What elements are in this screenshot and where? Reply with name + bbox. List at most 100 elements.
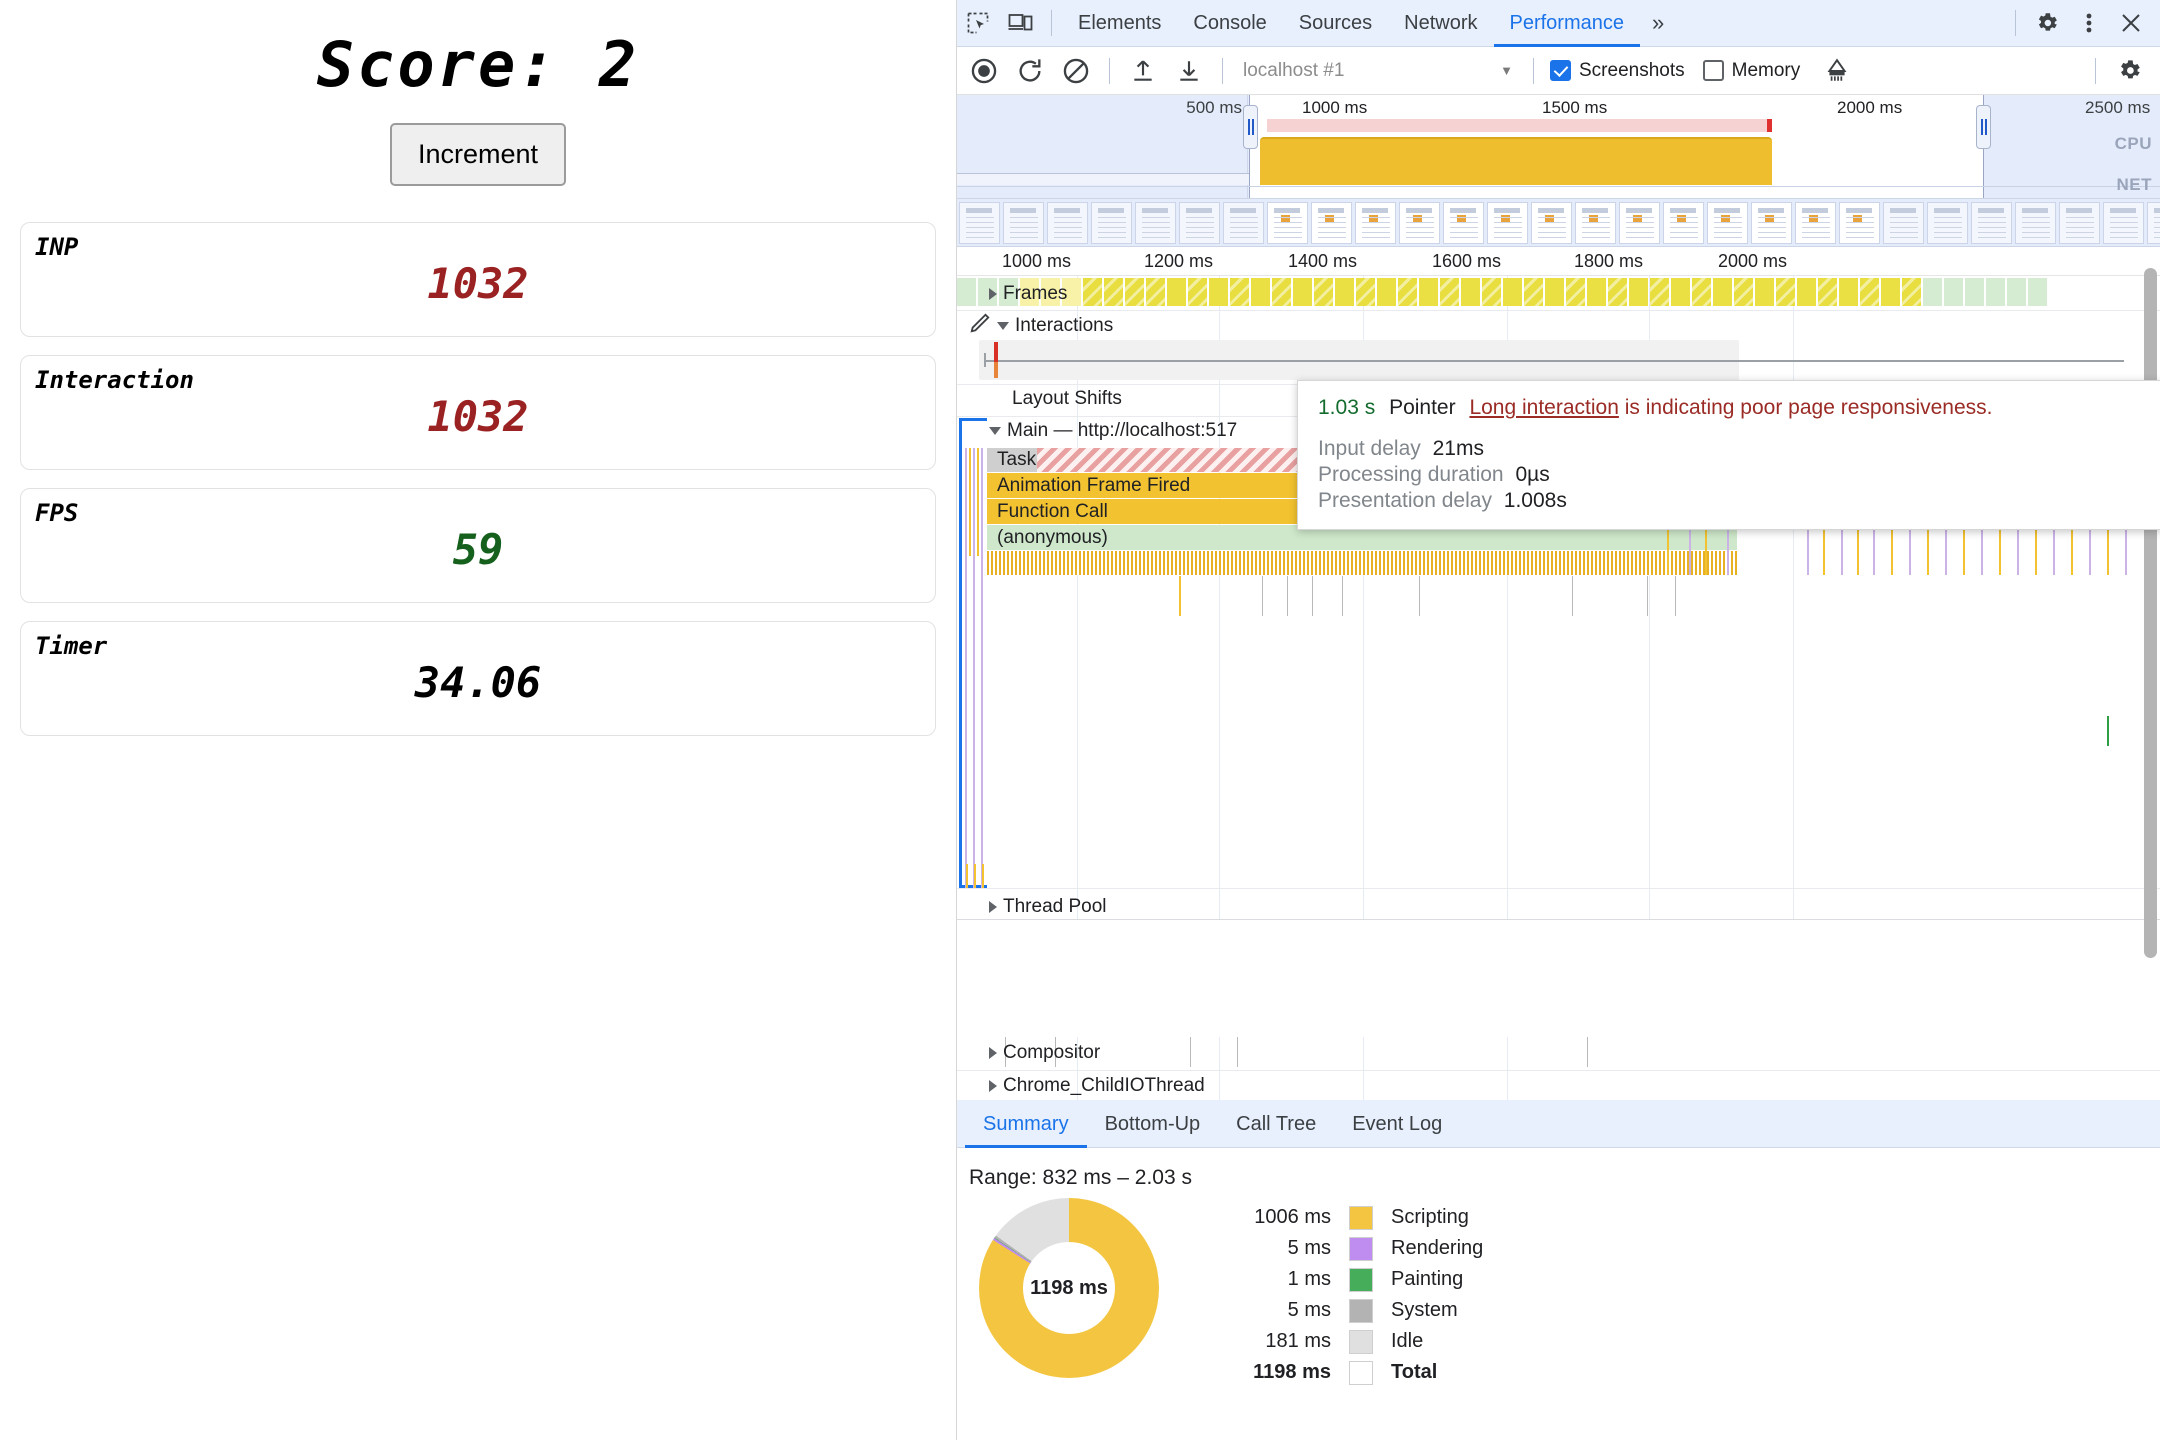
- legend-row-system[interactable]: 5 ms System: [1221, 1295, 1483, 1326]
- reload-and-record-icon[interactable]: [1007, 51, 1053, 91]
- track-header-main[interactable]: Main — http://localhost:517: [989, 420, 1237, 442]
- track-header-frames[interactable]: Frames: [989, 283, 1067, 305]
- metric-value: 1032: [427, 259, 529, 308]
- legend-row-painting[interactable]: 1 ms Painting: [1221, 1264, 1483, 1295]
- tooltip-key: Input delay: [1318, 437, 1421, 460]
- load-profile-icon[interactable]: [1120, 51, 1166, 91]
- metric-label: FPS: [35, 499, 79, 527]
- tab-bottom-up[interactable]: Bottom-Up: [1087, 1100, 1219, 1148]
- capture-settings-gear-icon[interactable]: [2106, 51, 2152, 91]
- inspect-element-icon[interactable]: [957, 4, 999, 42]
- legend-row-total: 1198 ms Total: [1221, 1357, 1483, 1388]
- tab-summary[interactable]: Summary: [965, 1100, 1087, 1148]
- chevron-down-icon: ▼: [1500, 63, 1513, 78]
- tab-sources[interactable]: Sources: [1283, 0, 1388, 47]
- overview-left-handle[interactable]: [1243, 105, 1258, 149]
- metric-card-inp: INP 1032: [20, 222, 936, 337]
- device-toolbar-icon[interactable]: [999, 4, 1041, 42]
- more-options-icon[interactable]: [2068, 4, 2110, 42]
- toolbar-divider: [2015, 10, 2016, 36]
- ruler-tick: 1600 ms: [1431, 251, 1501, 271]
- gear-icon[interactable]: [2026, 4, 2068, 42]
- save-profile-icon[interactable]: [1166, 51, 1212, 91]
- controls-divider: [1533, 57, 1534, 84]
- controls-divider: [1222, 57, 1223, 84]
- legend-label: Total: [1391, 1361, 1438, 1383]
- more-tabs-icon[interactable]: »: [1640, 10, 1676, 36]
- interaction-overview-bar: [1267, 119, 1772, 132]
- page-under-test: Score: 2 Increment INP 1032 Interaction …: [0, 0, 957, 1440]
- tooltip-row-input-delay: Input delay 21ms: [1318, 438, 2141, 459]
- track-label: Main — http://localhost:517: [1007, 420, 1238, 441]
- collect-garbage-icon[interactable]: [1814, 51, 1860, 91]
- record-icon[interactable]: [961, 51, 1007, 91]
- overview-tick: 2500 ms: [2085, 98, 2151, 117]
- profile-selector-value: localhost #1: [1243, 59, 1345, 81]
- track-label: Chrome_ChildIOThread: [1003, 1075, 1205, 1096]
- lower-tracks[interactable]: Compositor Chrome_ChildIOThread: [957, 1037, 2160, 1100]
- tooltip-row-processing-duration: Processing duration 0µs: [1318, 464, 2141, 485]
- cpu-idle-area: [957, 173, 1249, 185]
- legend-label: Scripting: [1391, 1206, 1469, 1228]
- devtools-panel: Elements Console Sources Network Perform…: [957, 0, 2160, 1440]
- interaction-duration-line: [984, 360, 2124, 362]
- track-header-thread-pool[interactable]: Thread Pool: [989, 896, 1107, 918]
- legend-row-scripting[interactable]: 1006 ms Scripting: [1221, 1202, 1483, 1233]
- overview-tick: 1500 ms: [1542, 98, 1608, 117]
- collapse-triangle-icon: [989, 427, 1001, 435]
- tab-console[interactable]: Console: [1177, 0, 1282, 47]
- legend-value: 1006 ms: [1254, 1206, 1331, 1228]
- screenshot-filmstrip[interactable]: [957, 199, 2160, 247]
- expand-triangle-icon: [989, 1080, 997, 1092]
- tooltip-time: 1.03 s: [1318, 396, 1376, 419]
- devtools-tabbar: Elements Console Sources Network Perform…: [957, 0, 2160, 47]
- frames-track-band[interactable]: [957, 278, 2137, 306]
- metric-value: 59: [452, 525, 504, 574]
- controls-right: [2085, 51, 2160, 91]
- overview-right-handle[interactable]: [1976, 105, 1991, 149]
- performance-controls: localhost #1 ▼ Screenshots Memory: [957, 47, 2160, 95]
- metric-label: Timer: [35, 632, 108, 660]
- close-icon[interactable]: [2110, 4, 2152, 42]
- profile-selector[interactable]: localhost #1 ▼: [1233, 60, 1523, 82]
- interaction-marker-orange: [994, 362, 998, 378]
- tooltip-value: 1.008s: [1503, 489, 1567, 512]
- long-interaction-link[interactable]: Long interaction: [1469, 396, 1618, 419]
- flame-bar-label: Task: [997, 449, 1037, 470]
- legend-value: 5 ms: [1287, 1299, 1331, 1321]
- screenshots-checkbox[interactable]: Screenshots: [1550, 60, 1685, 82]
- legend-swatch: [1349, 1205, 1373, 1230]
- flame-bar-task-label[interactable]: Task: [987, 448, 1037, 472]
- legend-row-idle[interactable]: 181 ms Idle: [1221, 1326, 1483, 1357]
- legend-row-rendering[interactable]: 5 ms Rendering: [1221, 1233, 1483, 1264]
- legend-swatch: [1349, 1298, 1373, 1323]
- track-header-layout-shifts[interactable]: Layout Shifts: [1012, 388, 1122, 410]
- metric-cards: INP 1032 Interaction 1032 FPS 59 Timer 3…: [0, 222, 956, 736]
- overview-tick: 2000 ms: [1837, 98, 1903, 117]
- controls-divider: [1109, 57, 1110, 84]
- ruler-tick: 2000 ms: [1717, 251, 1787, 271]
- track-header-interactions[interactable]: Interactions: [969, 312, 1113, 340]
- tab-event-log[interactable]: Event Log: [1334, 1100, 1460, 1148]
- flame-dense-band[interactable]: [987, 551, 1737, 575]
- track-label: Thread Pool: [1003, 896, 1107, 917]
- overview-tick: 1000 ms: [1302, 98, 1368, 117]
- tab-call-tree[interactable]: Call Tree: [1218, 1100, 1334, 1148]
- donut-center-label: 1198 ms: [1023, 1242, 1115, 1334]
- tab-performance[interactable]: Performance: [1494, 0, 1641, 47]
- timeline-ruler: 1000 ms 1200 ms 1400 ms 1600 ms 1800 ms …: [957, 247, 2160, 276]
- timeline-overview[interactable]: 500 ms 1000 ms 1500 ms 2000 ms 2500 ms C…: [957, 95, 2160, 199]
- increment-button[interactable]: Increment: [389, 123, 567, 186]
- edit-pencil-icon[interactable]: [969, 312, 991, 340]
- tab-network[interactable]: Network: [1388, 0, 1493, 47]
- flame-chart-scrollbar[interactable]: [2144, 268, 2157, 958]
- track-header-compositor[interactable]: Compositor: [989, 1042, 1100, 1064]
- interaction-start-tick: [984, 353, 986, 367]
- interaction-marker-red: [994, 342, 998, 363]
- tab-elements[interactable]: Elements: [1062, 0, 1177, 47]
- track-header-chrome-childiothread[interactable]: Chrome_ChildIOThread: [989, 1075, 1205, 1097]
- legend-swatch: [1349, 1236, 1373, 1261]
- flame-chart[interactable]: Frames Interactions Layout Shifts Main —…: [957, 276, 2160, 920]
- clear-icon[interactable]: [1053, 51, 1099, 91]
- memory-checkbox[interactable]: Memory: [1702, 60, 1800, 82]
